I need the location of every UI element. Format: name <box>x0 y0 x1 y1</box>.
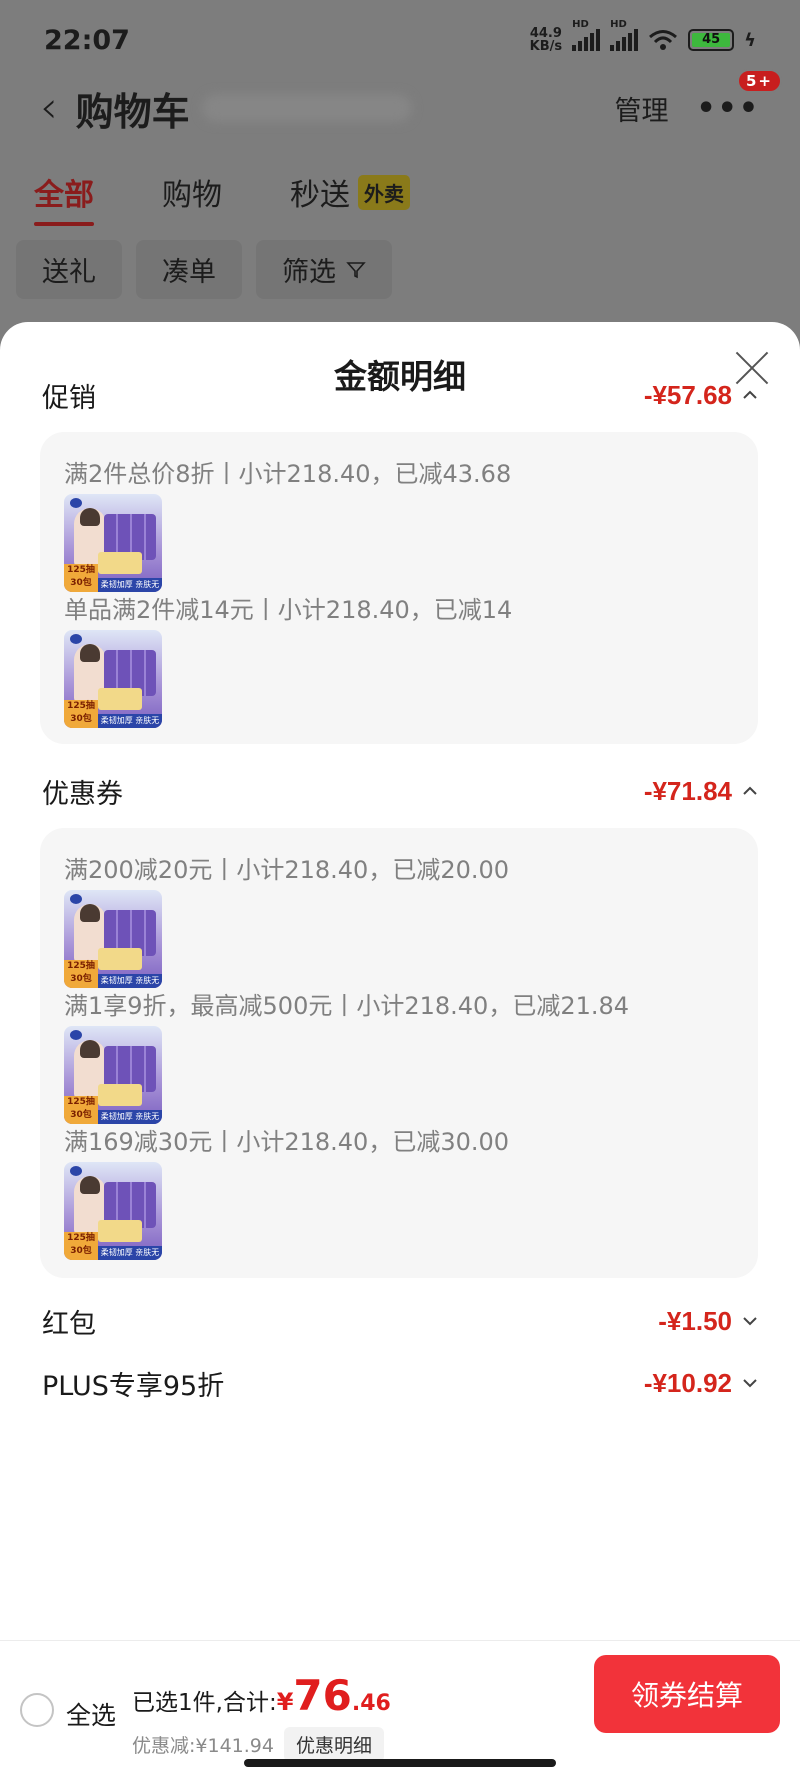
coupon-line: 满169减30元丨小计218.40，已减30.00 <box>64 1128 510 1156</box>
home-indicator[interactable] <box>244 1759 556 1767</box>
plus-discount-label: PLUS专享95折 <box>42 1370 225 1402</box>
network-speed: 44.9 KB/s <box>529 26 563 54</box>
chevron-down-icon[interactable] <box>740 1373 760 1393</box>
plus-discount-amount: -¥10.92 <box>643 1367 732 1398</box>
nav-bar: ‹ 购物车 管理 ••• 5+ <box>0 68 800 136</box>
chip-gift[interactable]: 送礼 <box>16 240 122 299</box>
red-packet-row[interactable]: 红包 -¥1.50 <box>42 1304 760 1340</box>
product-thumbnail[interactable]: 125抽30包 柔韧加厚 亲肤无刺激 <box>64 494 162 592</box>
total-currency: ¥ <box>276 1688 294 1716</box>
coupon-amount: -¥71.84 <box>643 775 732 806</box>
promotion-line: 满2件总价8折丨小计218.40，已减43.68 <box>64 460 512 488</box>
checkout-bar: 全选 已选1件,合计: ¥ 76 .46 优惠减:¥141.94 优惠明细 领券… <box>0 1640 800 1777</box>
product-thumbnail[interactable]: 125抽30包 柔韧加厚 亲肤无刺激 <box>64 630 162 728</box>
page-title: 购物车 <box>75 89 190 134</box>
tab-shopping[interactable]: 购物 <box>162 170 222 214</box>
total-label: 已选1件,合计: <box>132 1690 277 1716</box>
total-decimal: .46 <box>351 1691 391 1716</box>
total-integer: 76 <box>293 1671 352 1720</box>
filter-chips: 送礼 凑单 筛选 <box>16 240 392 299</box>
chevron-up-icon[interactable] <box>740 781 760 801</box>
red-packet-amount: -¥1.50 <box>658 1305 732 1336</box>
coupon-card: 满200减20元丨小计218.40，已减20.00 125抽 30包 柔韧加厚 亲… <box>40 828 758 1278</box>
tab-instant-delivery[interactable]: 秒送 外卖 <box>290 170 410 214</box>
charging-icon: ϟ <box>744 29 756 51</box>
product-thumbnail[interactable]: 125抽30包 柔韧加厚 亲肤无刺激 <box>64 890 162 988</box>
checkout-button[interactable]: 领券结算 <box>594 1655 780 1733</box>
promotion-card: 满2件总价8折丨小计218.40，已减43.68 125抽 30包 柔韧加厚 亲肤… <box>40 432 758 744</box>
battery-icon: 45 <box>688 29 735 51</box>
coupon-line: 满1享9折，最高减500元丨小计218.40，已减21.84 <box>64 992 630 1020</box>
message-badge: 5+ <box>736 68 782 93</box>
cart-tabs: 全部 购物 秒送 外卖 <box>34 170 410 226</box>
promotion-amount: -¥57.68 <box>643 379 732 410</box>
back-icon[interactable]: ‹ <box>40 86 58 130</box>
coupon-label: 优惠券 <box>42 778 123 810</box>
signal-icon-2: HD <box>610 19 639 51</box>
manage-button[interactable]: 管理 <box>614 89 668 128</box>
coupon-line: 满200减20元丨小计218.40，已减20.00 <box>64 856 510 884</box>
red-packet-label: 红包 <box>42 1308 96 1340</box>
takeout-tag: 外卖 <box>358 174 410 210</box>
product-thumbnail[interactable]: 125抽30包 柔韧加厚 亲肤无刺激 <box>64 1026 162 1124</box>
promotion-line: 单品满2件减14元丨小计218.40，已减14 <box>64 596 513 624</box>
discount-total: 优惠减:¥141.94 <box>132 1735 274 1757</box>
more-menu-button[interactable]: ••• 5+ <box>696 68 782 126</box>
tab-all[interactable]: 全部 <box>34 170 94 226</box>
wifi-icon <box>649 30 678 50</box>
status-bar: 22:07 44.9 KB/s HD HD 45 ϟ <box>0 0 800 80</box>
discount-row: 优惠减:¥141.94 优惠明细 <box>132 1727 384 1762</box>
select-all-checkbox[interactable] <box>20 1693 54 1727</box>
coupon-row[interactable]: 优惠券 -¥71.84 <box>42 774 760 810</box>
chevron-down-icon[interactable] <box>740 1311 760 1331</box>
product-thumbnail[interactable]: 125抽30包 柔韧加厚 亲肤无刺激 <box>64 1162 162 1260</box>
promotion-label: 促销 <box>42 382 96 414</box>
select-all-label[interactable]: 全选 <box>66 1696 116 1732</box>
blurred-address <box>201 94 412 122</box>
discount-detail-button[interactable]: 优惠明细 <box>283 1727 384 1762</box>
promotion-row[interactable]: 促销 -¥57.68 <box>42 378 760 414</box>
chip-add-on[interactable]: 凑单 <box>136 240 242 299</box>
chevron-up-icon[interactable] <box>740 385 760 405</box>
total-row: 已选1件,合计: ¥ 76 .46 <box>132 1671 391 1720</box>
status-time: 22:07 <box>44 24 130 56</box>
amount-detail-sheet: 金额明细 促销 -¥57.68 满2件总价8折丨小计218.40，已减43.68… <box>0 322 800 1640</box>
chip-filter[interactable]: 筛选 <box>256 240 392 299</box>
signal-icon: HD <box>572 19 601 51</box>
status-icons: 44.9 KB/s HD HD 45 ϟ <box>529 19 756 54</box>
filter-icon <box>346 261 366 278</box>
plus-discount-row[interactable]: PLUS专享95折 -¥10.92 <box>42 1366 760 1402</box>
